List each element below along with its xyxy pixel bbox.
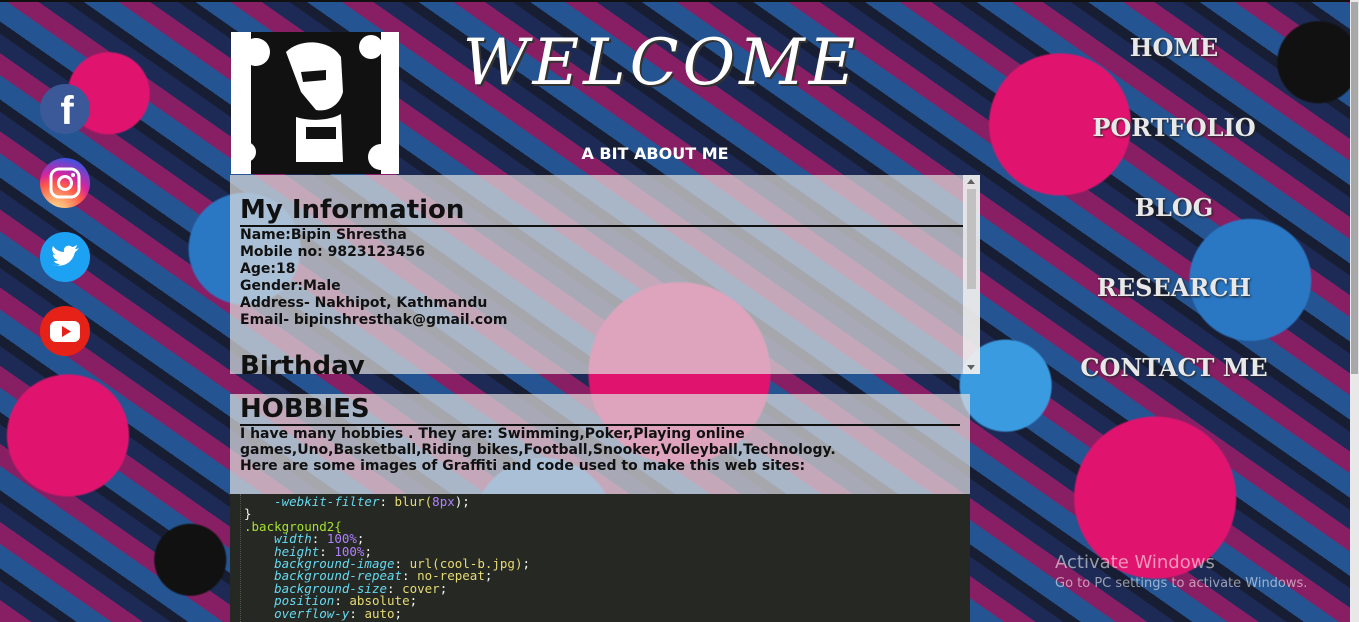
nav-portfolio[interactable]: PORTFOLIO bbox=[1064, 113, 1284, 142]
birthday-heading: Birthday bbox=[240, 351, 365, 374]
nav-research[interactable]: RESEARCH bbox=[1064, 273, 1284, 302]
info-panel[interactable]: My Information Name:Bipin Shrestha Mobil… bbox=[230, 175, 980, 374]
code-gutter bbox=[240, 494, 243, 622]
twitter-icon[interactable] bbox=[40, 232, 90, 282]
hobbies-heading: HOBBIES bbox=[240, 394, 960, 426]
youtube-icon[interactable] bbox=[40, 306, 90, 356]
hobbies-text-images: Here are some images of Graffiti and cod… bbox=[240, 458, 806, 474]
code-line: -webkit-filter: blur(8px); bbox=[274, 494, 470, 509]
page-scrollbar-thumb[interactable] bbox=[1351, 2, 1358, 374]
code-screenshot: -webkit-filter: blur(8px);} .background2{… bbox=[230, 494, 970, 622]
hobbies-text: I have many hobbies . They are: Swimming… bbox=[240, 426, 836, 458]
code-lines: -webkit-filter: blur(8px);} .background2{… bbox=[244, 494, 530, 621]
page-subtitle: A BIT ABOUT ME bbox=[581, 144, 729, 163]
instagram-icon[interactable] bbox=[40, 158, 90, 208]
nav-contact-me[interactable]: CONTACT ME bbox=[1064, 353, 1284, 382]
info-line: Name:Bipin Shrestha bbox=[240, 227, 407, 243]
svg-text:f: f bbox=[60, 89, 74, 133]
activate-windows-title: Activate Windows bbox=[1055, 552, 1215, 573]
nav-home[interactable]: HOME bbox=[1064, 33, 1284, 62]
info-line: Gender:Male bbox=[240, 278, 341, 294]
info-line: Email- bipinshresthak@gmail.com bbox=[240, 312, 508, 328]
top-border bbox=[0, 0, 1359, 2]
nav-blog[interactable]: BLOG bbox=[1064, 193, 1284, 222]
info-line: Mobile no: 9823123456 bbox=[240, 244, 426, 260]
code-line: overflow-y: auto; bbox=[274, 605, 403, 621]
info-line: Address- Nakhipot, Kathmandu bbox=[240, 295, 488, 311]
avatar bbox=[231, 32, 399, 174]
welcome-title: WELCOME bbox=[462, 26, 860, 100]
info-scrollbar[interactable] bbox=[963, 175, 980, 374]
hobbies-panel: HOBBIES I have many hobbies . They are: … bbox=[230, 394, 970, 494]
facebook-icon[interactable]: f bbox=[40, 84, 90, 134]
scroll-down-icon[interactable] bbox=[967, 365, 975, 370]
activate-windows-subtitle: Go to PC settings to activate Windows. bbox=[1055, 576, 1308, 591]
scrollbar-thumb[interactable] bbox=[967, 189, 976, 289]
scroll-up-icon[interactable] bbox=[967, 179, 975, 184]
info-heading: My Information bbox=[240, 195, 963, 227]
page-scrollbar[interactable] bbox=[1350, 0, 1359, 622]
info-line: Age:18 bbox=[240, 261, 296, 277]
